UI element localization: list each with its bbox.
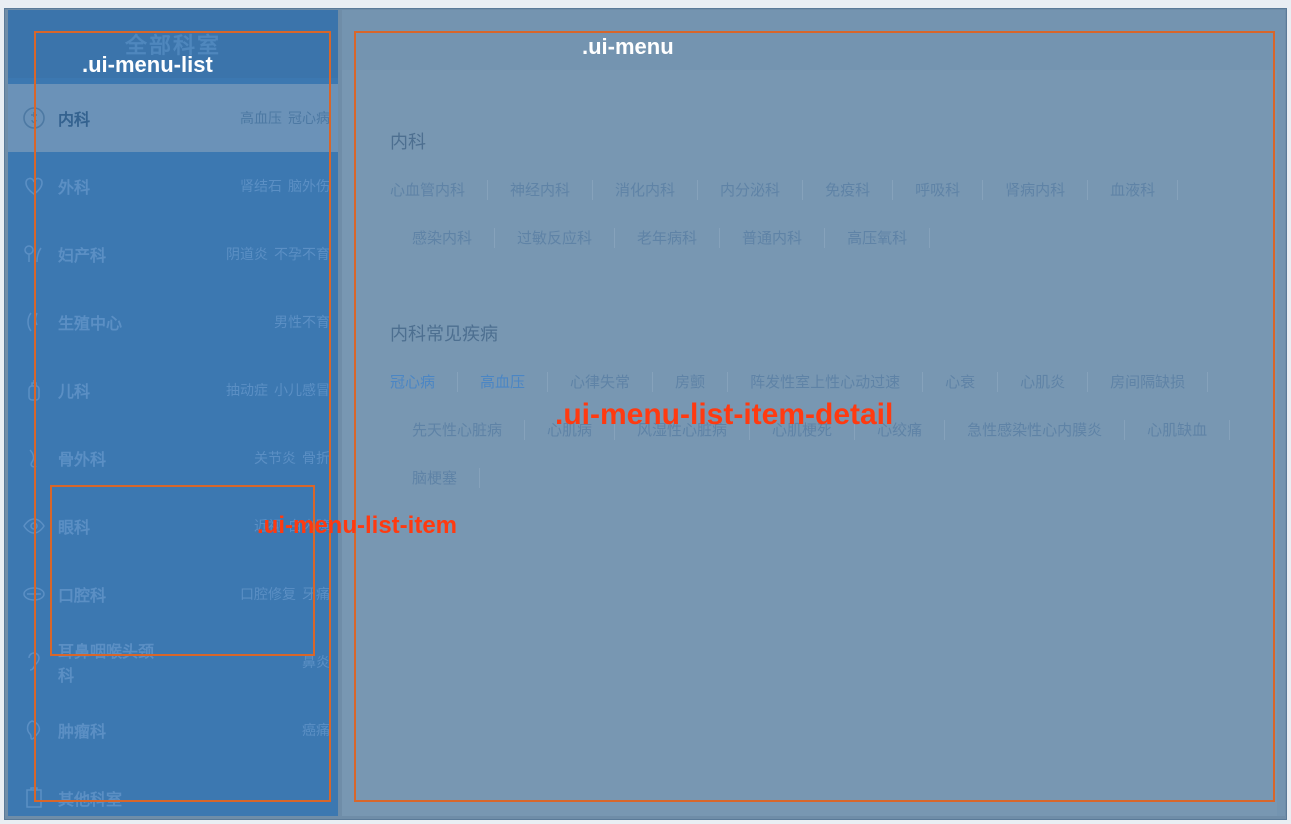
annotation-label-menu-list: .ui-menu-list (82, 52, 213, 77)
annotation-label-menu: .ui-menu (582, 34, 674, 59)
annotation-box-menu-list-item (50, 485, 315, 656)
annotation-label-menu-list-item-detail: .ui-menu-list-item-detail (555, 398, 894, 431)
annotation-label-menu-list-item: .ui-menu-list-item (257, 512, 458, 539)
annotation-box-menu-list (34, 31, 331, 802)
